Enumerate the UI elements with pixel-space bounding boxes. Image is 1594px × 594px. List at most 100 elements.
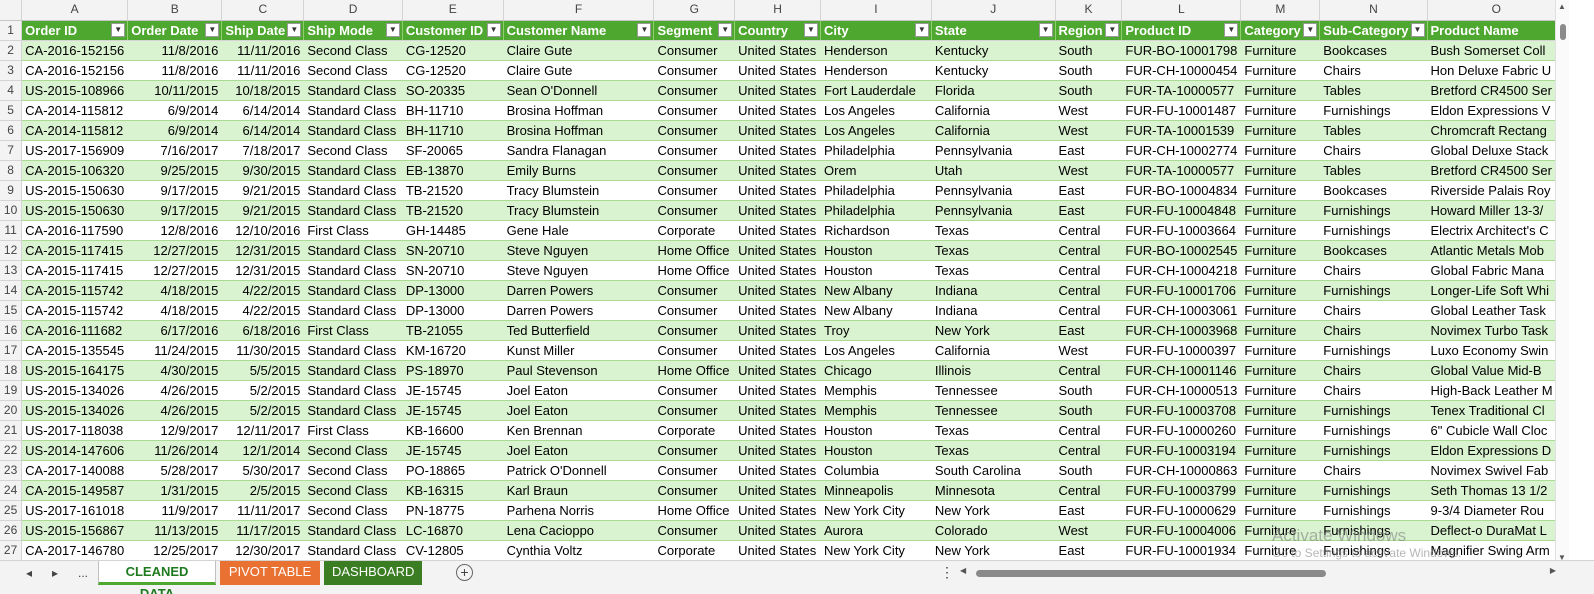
- table-cell[interactable]: Global Value Mid-B: [1427, 360, 1566, 381]
- table-cell[interactable]: 4/18/2015: [127, 300, 223, 321]
- table-cell[interactable]: High-Back Leather M: [1427, 380, 1566, 401]
- row-number[interactable]: 4: [0, 80, 23, 101]
- table-cell[interactable]: 12/25/2017: [127, 540, 223, 561]
- table-cell[interactable]: Consumer: [653, 200, 736, 221]
- add-sheet-button[interactable]: +: [456, 564, 473, 581]
- table-cell[interactable]: Central: [1055, 300, 1123, 321]
- table-cell[interactable]: 6/14/2014: [221, 120, 305, 141]
- spreadsheet-grid[interactable]: A B C D E F G H I J K L M N O 1 Order ID ▼ Order Date ▼ Ship…: [0, 0, 1566, 564]
- table-cell[interactable]: 12/31/2015: [221, 260, 305, 281]
- table-cell[interactable]: SN-20710: [402, 240, 504, 261]
- table-cell[interactable]: United States: [734, 160, 822, 181]
- table-cell[interactable]: Standard Class: [303, 200, 403, 221]
- table-cell[interactable]: Furnishings: [1319, 280, 1428, 301]
- table-cell[interactable]: Furnishings: [1319, 420, 1428, 441]
- table-cell[interactable]: Central: [1055, 220, 1123, 241]
- table-cell[interactable]: 10/11/2015: [127, 80, 223, 101]
- table-cell[interactable]: 5/28/2017: [127, 460, 223, 481]
- table-cell[interactable]: 7/16/2017: [127, 140, 223, 161]
- table-cell[interactable]: Furnishings: [1319, 400, 1428, 421]
- table-cell[interactable]: Second Class: [303, 140, 403, 161]
- table-cell[interactable]: Parhena Norris: [503, 500, 655, 521]
- column-header[interactable]: N: [1319, 0, 1428, 21]
- select-all-corner[interactable]: [0, 0, 23, 21]
- table-cell[interactable]: Furnishings: [1319, 520, 1428, 541]
- table-header-cell[interactable]: Segment ▼: [653, 20, 736, 41]
- horizontal-scrollbar[interactable]: ◀ ▶: [960, 566, 1556, 579]
- table-header-cell[interactable]: State ▼: [931, 20, 1056, 41]
- table-cell[interactable]: Central: [1055, 280, 1123, 301]
- table-cell[interactable]: Consumer: [653, 520, 736, 541]
- table-cell[interactable]: Atlantic Metals Mob: [1427, 240, 1566, 261]
- table-cell[interactable]: Furniture: [1240, 100, 1321, 121]
- table-cell[interactable]: 11/11/2016: [221, 60, 305, 81]
- table-cell[interactable]: California: [931, 100, 1056, 121]
- table-cell[interactable]: Paul Stevenson: [503, 360, 655, 381]
- row-number[interactable]: 9: [0, 180, 23, 201]
- table-cell[interactable]: Furniture: [1240, 200, 1321, 221]
- table-cell[interactable]: 5/5/2015: [221, 360, 305, 381]
- table-header-cell[interactable]: Ship Mode ▼: [303, 20, 403, 41]
- table-cell[interactable]: United States: [734, 380, 822, 401]
- table-cell[interactable]: Furniture: [1240, 460, 1321, 481]
- table-cell[interactable]: FUR-CH-10002774: [1121, 140, 1242, 161]
- table-cell[interactable]: United States: [734, 100, 822, 121]
- table-cell[interactable]: United States: [734, 280, 822, 301]
- table-cell[interactable]: Furniture: [1240, 300, 1321, 321]
- table-cell[interactable]: 12/11/2017: [221, 420, 305, 441]
- tab-dashboard[interactable]: DASHBOARD: [324, 561, 422, 585]
- table-cell[interactable]: United States: [734, 340, 822, 361]
- table-cell[interactable]: Chairs: [1319, 300, 1428, 321]
- table-cell[interactable]: Houston: [820, 240, 932, 261]
- filter-dropdown-icon[interactable]: ▼: [718, 22, 733, 37]
- table-cell[interactable]: 4/18/2015: [127, 280, 223, 301]
- table-cell[interactable]: SN-20710: [402, 260, 504, 281]
- table-cell[interactable]: Fort Lauderdale: [820, 80, 932, 101]
- table-cell[interactable]: 9/17/2015: [127, 180, 223, 201]
- table-cell[interactable]: Tables: [1319, 80, 1428, 101]
- table-cell[interactable]: 12/8/2016: [127, 220, 223, 241]
- table-cell[interactable]: Furniture: [1240, 480, 1321, 501]
- table-cell[interactable]: Second Class: [303, 500, 403, 521]
- column-header[interactable]: C: [221, 0, 305, 21]
- table-cell[interactable]: Bush Somerset Coll: [1427, 40, 1566, 61]
- table-cell[interactable]: KB-16315: [402, 480, 504, 501]
- table-header-cell[interactable]: Product ID ▼: [1121, 20, 1242, 41]
- table-cell[interactable]: Darren Powers: [503, 280, 655, 301]
- table-cell[interactable]: New Albany: [820, 280, 932, 301]
- table-header-cell[interactable]: Product Name: [1427, 20, 1566, 41]
- table-header-cell[interactable]: Ship Date ▼: [221, 20, 305, 41]
- table-cell[interactable]: South: [1055, 460, 1123, 481]
- table-cell[interactable]: Standard Class: [303, 360, 403, 381]
- table-header-cell[interactable]: Region ▼: [1055, 20, 1123, 41]
- row-number[interactable]: 2: [0, 40, 23, 61]
- table-cell[interactable]: 12/27/2015: [127, 260, 223, 281]
- table-cell[interactable]: Central: [1055, 480, 1123, 501]
- table-cell[interactable]: PS-18970: [402, 360, 504, 381]
- table-cell[interactable]: US-2015-150630: [21, 200, 129, 221]
- table-cell[interactable]: Consumer: [653, 320, 736, 341]
- table-cell[interactable]: East: [1055, 500, 1123, 521]
- table-cell[interactable]: California: [931, 340, 1056, 361]
- column-header[interactable]: J: [931, 0, 1056, 21]
- table-cell[interactable]: Furnishings: [1319, 220, 1428, 241]
- table-cell[interactable]: Standard Class: [303, 240, 403, 261]
- table-cell[interactable]: US-2015-164175: [21, 360, 129, 381]
- table-cell[interactable]: Furniture: [1240, 260, 1321, 281]
- table-cell[interactable]: United States: [734, 420, 822, 441]
- filter-dropdown-icon[interactable]: ▼: [287, 22, 302, 37]
- table-cell[interactable]: Tracy Blumstein: [503, 200, 655, 221]
- table-cell[interactable]: Standard Class: [303, 160, 403, 181]
- table-cell[interactable]: United States: [734, 360, 822, 381]
- table-cell[interactable]: GH-14485: [402, 220, 504, 241]
- table-cell[interactable]: DP-13000: [402, 300, 504, 321]
- table-cell[interactable]: New York City: [820, 500, 932, 521]
- table-cell[interactable]: West: [1055, 340, 1123, 361]
- table-cell[interactable]: FUR-CH-10003061: [1121, 300, 1242, 321]
- row-number[interactable]: 22: [0, 440, 23, 461]
- table-cell[interactable]: Central: [1055, 260, 1123, 281]
- table-cell[interactable]: Cynthia Voltz: [503, 540, 655, 561]
- table-cell[interactable]: Central: [1055, 420, 1123, 441]
- column-header[interactable]: E: [402, 0, 504, 21]
- table-cell[interactable]: 1/31/2015: [127, 480, 223, 501]
